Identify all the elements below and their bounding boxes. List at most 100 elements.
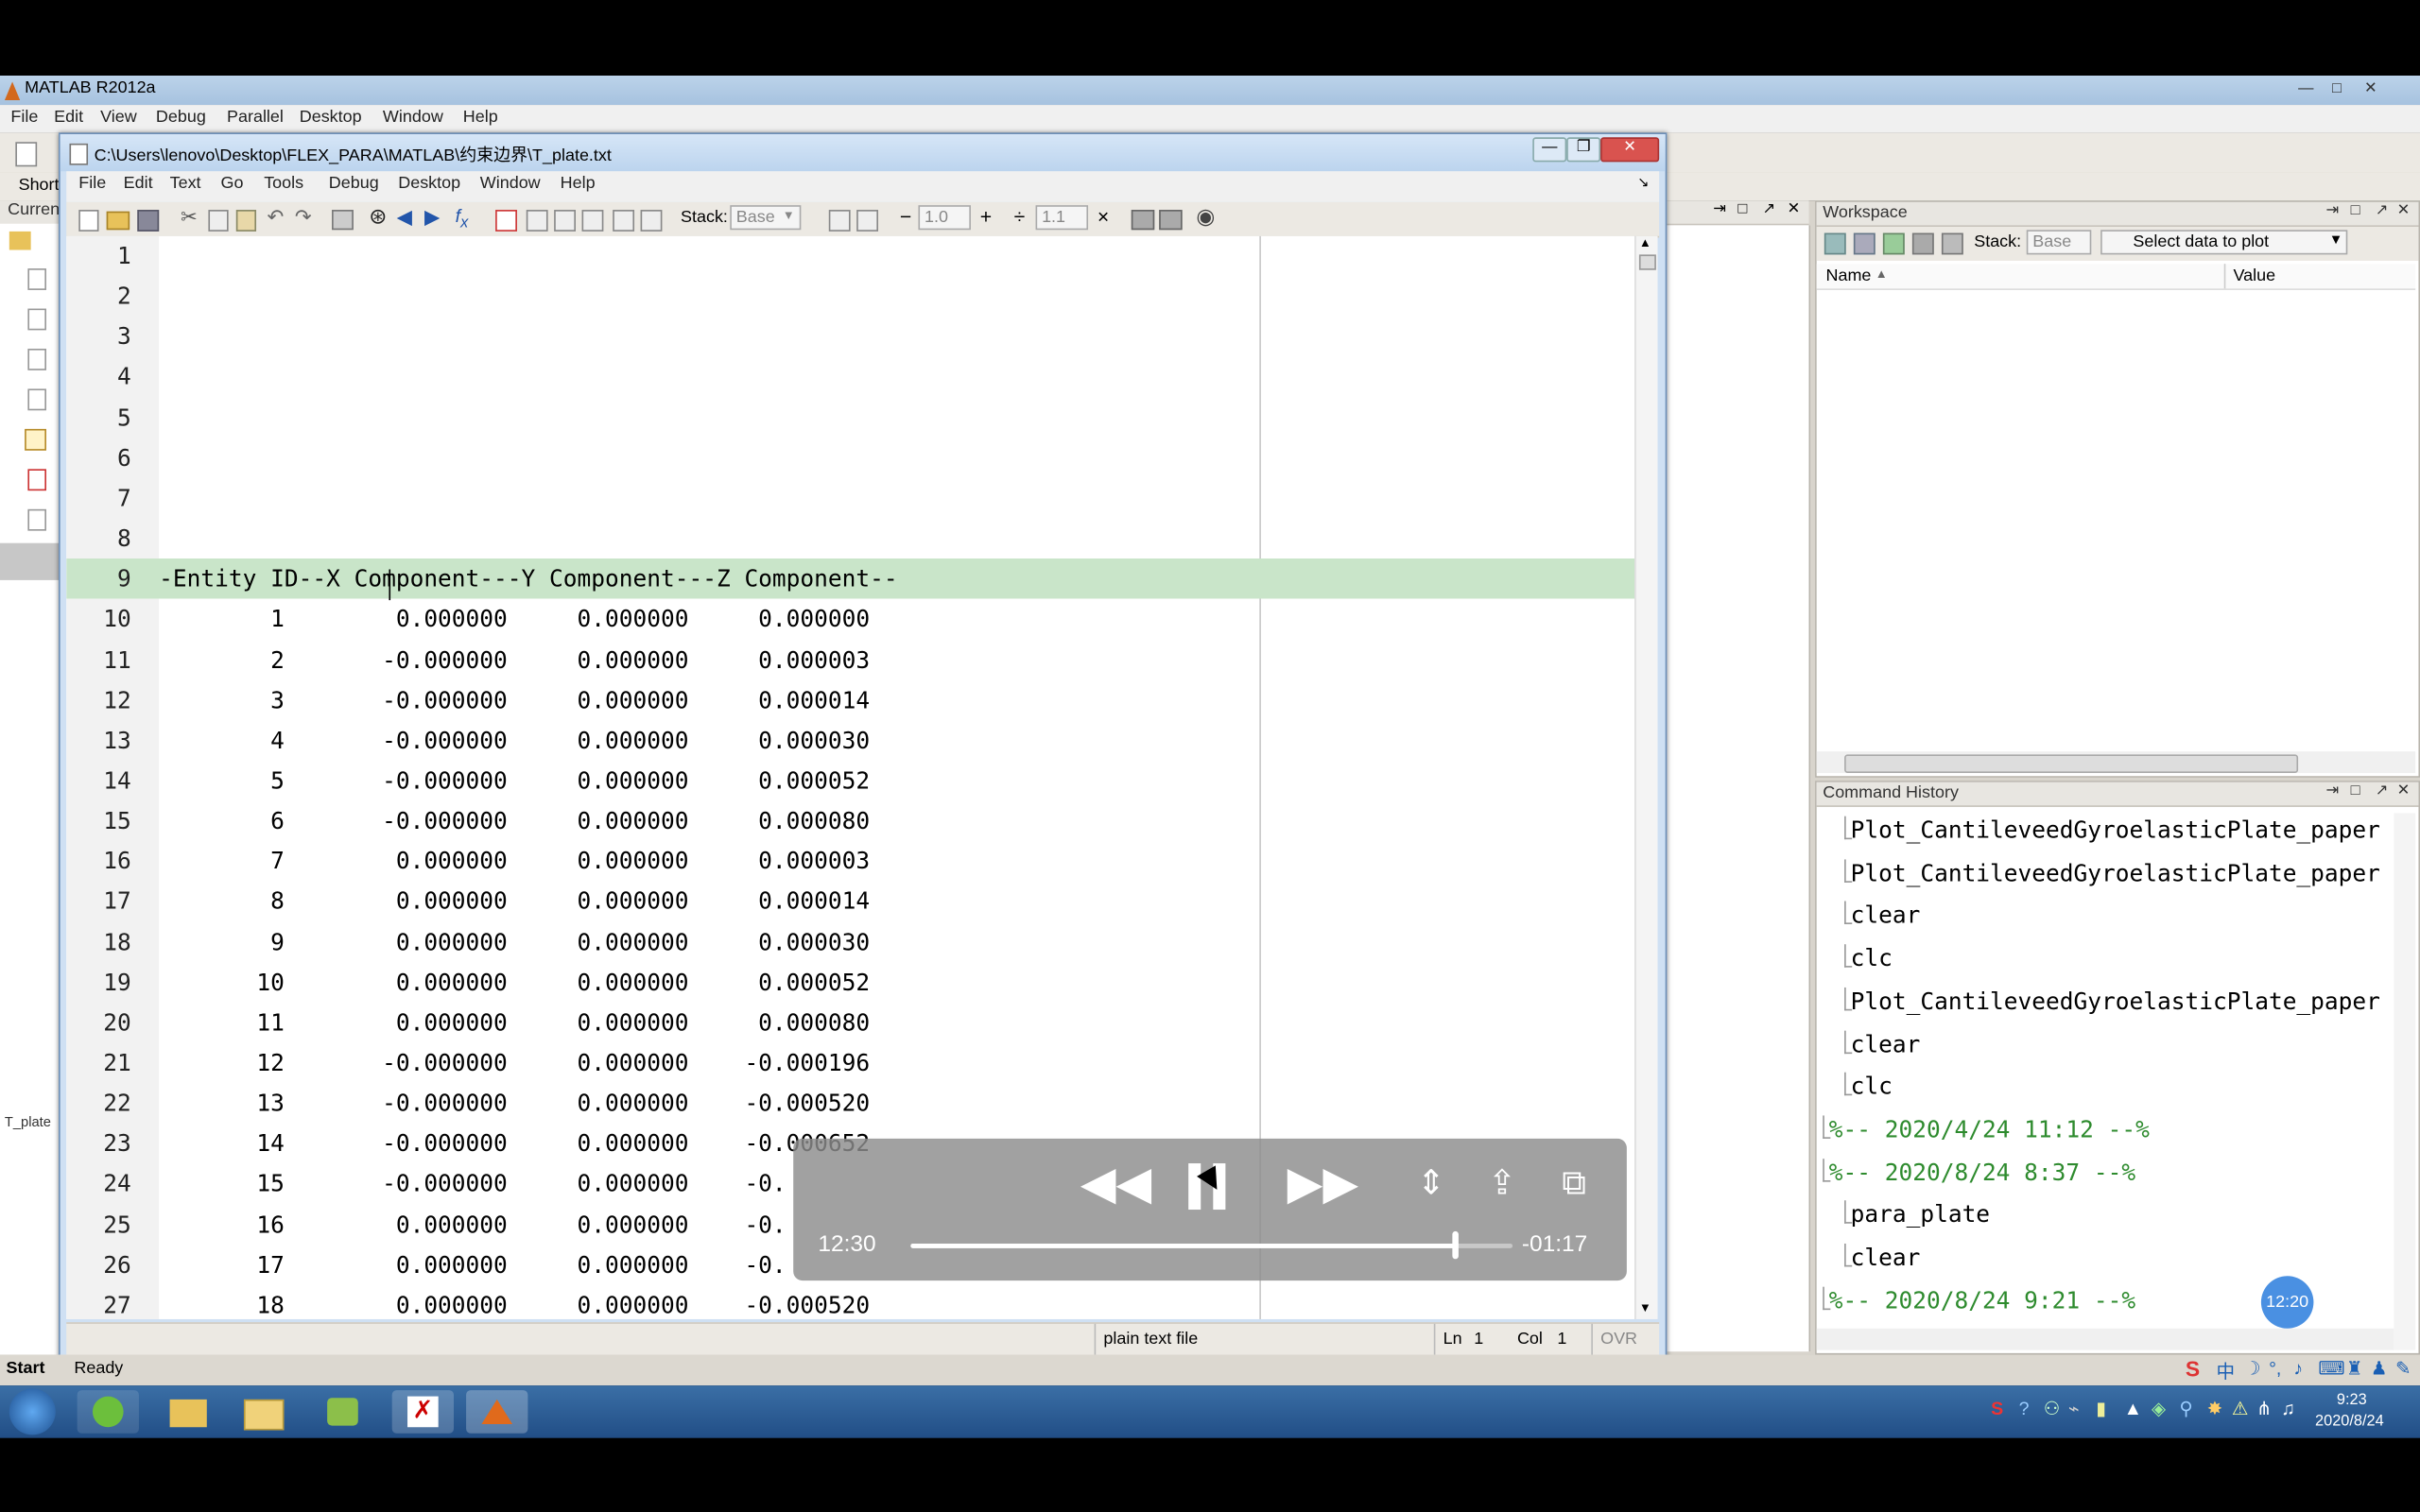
editor-menu-tools[interactable]: Tools xyxy=(264,174,303,193)
history-entry[interactable]: clc xyxy=(1851,1073,1893,1100)
ime-mode-icon[interactable]: 中 xyxy=(2217,1358,2236,1384)
history-entry[interactable]: Plot_CantileveedGyroelasticPlate_paper xyxy=(1851,816,2380,844)
taskbar-media-icon[interactable] xyxy=(312,1390,373,1434)
cell-icon[interactable] xyxy=(828,210,851,232)
editor-line[interactable]: 27 18 0.000000 0.000000 -0.000520 xyxy=(66,1285,1634,1319)
file-icon[interactable] xyxy=(27,308,46,331)
command-window[interactable] xyxy=(1667,225,1811,1352)
editor-line[interactable]: 6 xyxy=(66,438,1634,477)
menu-debug[interactable]: Debug xyxy=(156,108,206,127)
menu-parallel[interactable]: Parallel xyxy=(227,108,284,127)
editor-line[interactable]: 22 13 -0.000000 0.000000 -0.000520 xyxy=(66,1083,1634,1123)
history-hscrollbar[interactable] xyxy=(1816,1328,2394,1350)
dock-icon[interactable]: ⇥ xyxy=(2325,202,2339,219)
ime-voice-icon[interactable]: ♪ xyxy=(2293,1358,2303,1380)
tray-network-icon[interactable]: ⚲ xyxy=(2179,1398,2192,1419)
history-entry[interactable]: para_plate xyxy=(1851,1201,1990,1228)
dock-icon[interactable]: ⇥ xyxy=(1713,200,1726,217)
find-binoculars-icon[interactable]: ⊛ xyxy=(369,204,387,231)
undock-icon[interactable]: ↗ xyxy=(1763,200,1776,217)
taskbar-explorer-icon[interactable] xyxy=(232,1390,293,1434)
editor-menu-text[interactable]: Text xyxy=(170,174,201,193)
editor-line[interactable]: 3 xyxy=(66,317,1634,356)
new-file-icon[interactable] xyxy=(78,210,99,232)
editor-line[interactable]: 18 9 0.000000 0.000000 0.000030 xyxy=(66,922,1634,962)
history-entry[interactable]: Plot_CantileveedGyroelasticPlate_paper xyxy=(1851,859,2380,886)
taskbar-folder-icon[interactable] xyxy=(158,1390,219,1434)
editor-menu-window[interactable]: Window xyxy=(480,174,541,193)
tray-update-icon[interactable]: ✸ xyxy=(2207,1398,2222,1419)
close-icon[interactable]: ✕ xyxy=(2397,202,2411,219)
editor-line[interactable]: 12 3 -0.000000 0.000000 0.000014 xyxy=(66,679,1634,719)
windows-start-orb-icon[interactable] xyxy=(9,1388,56,1435)
pdf-file-icon[interactable] xyxy=(27,469,46,491)
editor-line[interactable]: 7 xyxy=(66,478,1634,518)
rewind-icon[interactable]: ◀◀ xyxy=(1080,1158,1151,1211)
editor-line[interactable]: 15 6 -0.000000 0.000000 0.000080 xyxy=(66,801,1634,841)
history-entry[interactable]: clear xyxy=(1851,902,1921,929)
editor-menu-desktop[interactable]: Desktop xyxy=(398,174,460,193)
editor-line[interactable]: 5 xyxy=(66,398,1634,438)
close-icon[interactable]: ✕ xyxy=(1788,200,1801,217)
editor-line[interactable]: 17 8 0.000000 0.000000 0.000014 xyxy=(66,882,1634,921)
import-data-icon[interactable] xyxy=(1882,232,1905,255)
file-icon[interactable] xyxy=(27,508,46,531)
open-variable-icon[interactable] xyxy=(1853,232,1876,255)
divide-button[interactable]: ÷ xyxy=(1014,205,1026,228)
history-session-marker[interactable]: %-- 2020/8/24 9:21 --% xyxy=(1829,1286,2135,1314)
toolbar-doc-icon[interactable] xyxy=(526,210,548,232)
undo-icon[interactable]: ↶ xyxy=(267,205,284,230)
scroll-thumb[interactable] xyxy=(1638,254,1656,270)
new-variable-icon[interactable] xyxy=(1824,232,1846,255)
cell-mode-icon[interactable] xyxy=(1159,210,1183,231)
menu-file[interactable]: File xyxy=(10,108,38,127)
column-name[interactable]: Name xyxy=(1825,266,1871,285)
history-entry[interactable]: clc xyxy=(1851,944,1893,971)
toolbar-doc-icon[interactable] xyxy=(554,210,576,232)
restore-icon[interactable]: ❐ xyxy=(1566,137,1601,163)
editor-line[interactable]: 1 xyxy=(66,236,1634,276)
menu-help[interactable]: Help xyxy=(463,108,498,127)
scale-input[interactable]: 1.1 xyxy=(1035,205,1089,231)
table-file-icon[interactable] xyxy=(25,428,46,451)
sogou-logo-icon[interactable]: S xyxy=(2186,1356,2200,1381)
start-button[interactable]: Start xyxy=(7,1359,45,1378)
editor-line[interactable]: 10 1 0.000000 0.000000 0.000000 xyxy=(66,599,1634,639)
maximize-icon[interactable]: □ xyxy=(2325,80,2349,100)
editor-menu-edit[interactable]: Edit xyxy=(124,174,153,193)
taskbar-parrot-app-icon[interactable] xyxy=(77,1390,139,1434)
taskbar-matlab-icon[interactable] xyxy=(466,1390,528,1434)
history-vscrollbar[interactable] xyxy=(2394,813,2416,1350)
cell-mode-icon[interactable] xyxy=(1131,210,1155,231)
toolbar-doc-icon[interactable] xyxy=(581,210,604,232)
tray-shield-icon[interactable]: ◈ xyxy=(2152,1398,2166,1419)
keyboard-icon[interactable]: ⌨ xyxy=(2318,1358,2344,1380)
editor-menu-go[interactable]: Go xyxy=(220,174,243,193)
editor-menu-file[interactable]: File xyxy=(78,174,106,193)
minimize-icon[interactable]: — xyxy=(1532,137,1567,163)
clock-time[interactable]: 9:23 xyxy=(2337,1392,2367,1409)
tray-bluetooth-icon[interactable]: ⚇ xyxy=(2044,1398,2061,1419)
editor-vscrollbar[interactable]: ▲ ▼ xyxy=(1634,235,1658,1319)
ime-moon-icon[interactable]: ☽ xyxy=(2244,1358,2261,1380)
column-value[interactable]: Value xyxy=(2234,266,2276,285)
selected-file-row[interactable] xyxy=(0,542,62,580)
history-session-marker[interactable]: %-- 2020/8/24 8:37 --% xyxy=(1829,1158,2135,1185)
clear-breakpoints-icon[interactable] xyxy=(495,210,517,232)
print-icon[interactable] xyxy=(332,210,354,231)
delete-icon[interactable] xyxy=(1941,232,1963,255)
save-icon[interactable] xyxy=(137,210,160,232)
help-icon[interactable]: ◉ xyxy=(1196,204,1215,231)
tray-usb-icon[interactable]: ⌁ xyxy=(2068,1398,2080,1419)
ime-skin-icon[interactable]: ♜ xyxy=(2346,1358,2363,1380)
chevron-down-icon[interactable]: ▼ xyxy=(783,208,795,222)
editor-line[interactable]: 20 11 0.000000 0.000000 0.000080 xyxy=(66,1003,1634,1042)
share-icon[interactable]: ⇪ xyxy=(1488,1163,1516,1203)
floating-time-badge[interactable]: 12:20 xyxy=(2260,1276,2314,1329)
plot-select-dropdown[interactable]: Select data to plot xyxy=(2100,230,2348,255)
clock-date[interactable]: 2020/8/24 xyxy=(2315,1414,2384,1431)
tray-volume-icon[interactable]: ♫ xyxy=(2281,1398,2295,1419)
column-divider[interactable] xyxy=(2223,264,2226,289)
copy-icon[interactable] xyxy=(208,210,229,232)
editor-line[interactable]: 11 2 -0.000000 0.000000 0.000003 xyxy=(66,640,1634,679)
